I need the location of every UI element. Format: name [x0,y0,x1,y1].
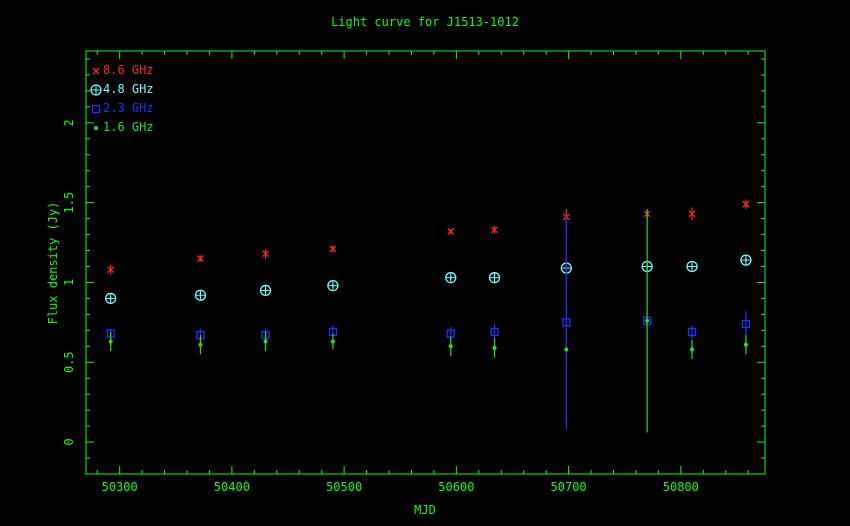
data-point [690,347,695,352]
x-tick-label: 50500 [326,480,362,494]
data-point [448,344,453,349]
y-tick-label: 0.5 [62,351,76,373]
series-2-3-ghz [106,215,751,430]
x-axis-label: MJD [414,503,436,517]
y-axis-label: Flux density (Jy) [46,202,60,325]
x-tick-label: 50700 [551,480,587,494]
axis-ticks: 50300 50400 50500 50600 50700 50800 0 0.5 1 1.5 2 [62,51,765,494]
data-point [743,342,748,347]
data-point [263,339,268,344]
series-4-8-ghz [105,254,752,305]
data-point [740,254,752,266]
data-point [645,318,650,323]
chart-title: Light curve for J1513-1012 [331,15,519,29]
y-tick-label: 1.5 [62,192,76,214]
series-8-6-ghz [107,199,750,275]
data-point [564,347,569,352]
data-point [259,284,272,297]
legend-label: 4.8 GHz [103,82,154,96]
legend-label: 8.6 GHz [103,63,154,77]
series-1-6-ghz [108,209,748,433]
data-point [492,345,497,350]
data-point [108,339,113,344]
x-tick-label: 50400 [214,480,250,494]
legend-marker [92,67,100,75]
data-point [488,272,501,284]
light-curve-chart: Light curve for J1513-1012 MJD Flux dens… [46,15,766,517]
legend-marker [94,126,98,130]
data-point [330,339,335,344]
plot-frame [85,50,766,475]
legend-marker [90,84,102,96]
data-point [686,260,698,273]
data-point [105,292,117,305]
y-tick-label: 2 [62,119,76,126]
legend-label: 1.6 GHz [103,120,154,134]
y-tick-label: 0 [62,438,76,445]
data-point [198,342,203,347]
data-point [327,279,339,292]
legend: 8.6 GHz 4.8 GHz 2.3 GHz 1.6 GHz [90,63,154,134]
data-point [194,289,207,301]
data-series [105,199,752,433]
x-tick-label: 50600 [438,480,474,494]
legend-label: 2.3 GHz [103,101,154,115]
legend-marker [91,104,101,114]
y-tick-label: 1 [62,279,76,286]
x-tick-label: 50800 [663,480,699,494]
x-tick-label: 50300 [102,480,138,494]
data-point [445,272,457,284]
